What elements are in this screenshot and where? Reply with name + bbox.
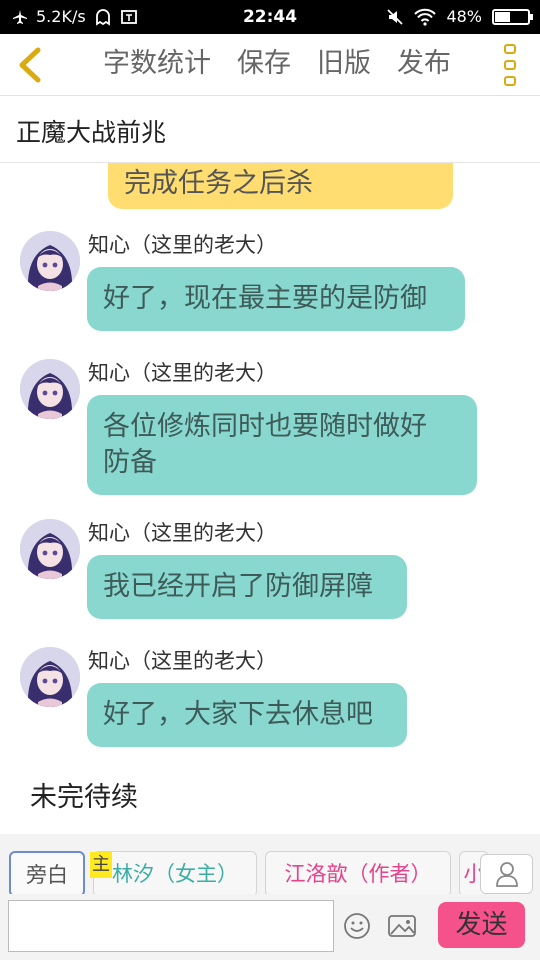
message-bubble[interactable]: 好了，大家下去休息吧 [87, 683, 407, 747]
top-toolbar: 字数统计 保存 旧版 发布 [0, 34, 540, 96]
word-count-button[interactable]: 字数统计 [103, 46, 211, 82]
wifi-icon [414, 8, 437, 26]
status-bar: 5.2K/s 22:44 48% [0, 0, 540, 34]
story-title: 正魔大战前兆 [16, 118, 167, 147]
message-line: 各位修炼同时也要随时做好 [103, 411, 427, 442]
back-arrow-icon [19, 47, 41, 83]
anime-girl-avatar-icon [20, 647, 80, 707]
lead-role-badge: 主 [90, 852, 112, 878]
message-sender: 知心（这里的老大） [88, 649, 277, 673]
back-button[interactable] [10, 44, 50, 86]
emoji-button[interactable] [343, 912, 371, 940]
insert-image-button[interactable] [387, 912, 417, 940]
more-dot [504, 44, 516, 54]
chat-area[interactable]: 完成任务之后杀 知心（这里的老大） 好了，现在最主要的是防御 知心（这里的老大）… [0, 163, 540, 834]
message-sender: 知心（这里的老大） [88, 521, 277, 545]
message-sender: 知心（这里的老大） [88, 361, 277, 385]
message-input[interactable] [8, 900, 334, 952]
battery-percent: 48% [446, 7, 482, 26]
battery-icon [492, 8, 533, 25]
end-note[interactable]: 未完待续 [30, 775, 138, 814]
battery-fill [495, 11, 510, 22]
composer-bar: 发送 [0, 894, 540, 960]
person-icon [495, 862, 518, 887]
more-dot [504, 60, 516, 70]
old-version-button[interactable]: 旧版 [317, 46, 371, 82]
anime-girl-avatar-icon [20, 519, 80, 579]
smiley-icon [344, 913, 370, 939]
anime-girl-avatar-icon [20, 231, 80, 291]
role-lead-female-button[interactable]: 林汐（女主） [93, 851, 257, 897]
role-author-button[interactable]: 江洛歆（作者） [265, 851, 451, 897]
mute-icon [387, 8, 404, 25]
more-menu-button[interactable] [498, 44, 522, 86]
message-bubble[interactable]: 各位修炼同时也要随时做好 防备 [87, 395, 477, 495]
toolbar-actions: 字数统计 保存 旧版 发布 [103, 46, 477, 82]
role-narrator-button[interactable]: 旁白 [9, 851, 85, 897]
avatar[interactable] [20, 519, 80, 579]
avatar[interactable] [20, 647, 80, 707]
anime-girl-avatar-icon [20, 359, 80, 419]
save-button[interactable]: 保存 [237, 46, 291, 82]
avatar[interactable] [20, 359, 80, 419]
story-title-row[interactable]: 正魔大战前兆 [0, 97, 540, 163]
message-line: 防备 [103, 447, 157, 478]
send-button[interactable]: 发送 [438, 902, 525, 948]
message-bubble[interactable]: 好了，现在最主要的是防御 [87, 267, 465, 331]
status-right: 48% [386, 7, 533, 26]
role-manager-button[interactable] [480, 854, 533, 894]
message-sender: 知心（这里的老大） [88, 233, 277, 257]
publish-button[interactable]: 发布 [397, 46, 451, 82]
avatar[interactable] [20, 231, 80, 291]
image-icon [388, 915, 416, 937]
message-bubble[interactable]: 我已经开启了防御屏障 [87, 555, 407, 619]
system-message-bubble[interactable]: 完成任务之后杀 [108, 163, 453, 209]
more-dot [504, 76, 516, 86]
